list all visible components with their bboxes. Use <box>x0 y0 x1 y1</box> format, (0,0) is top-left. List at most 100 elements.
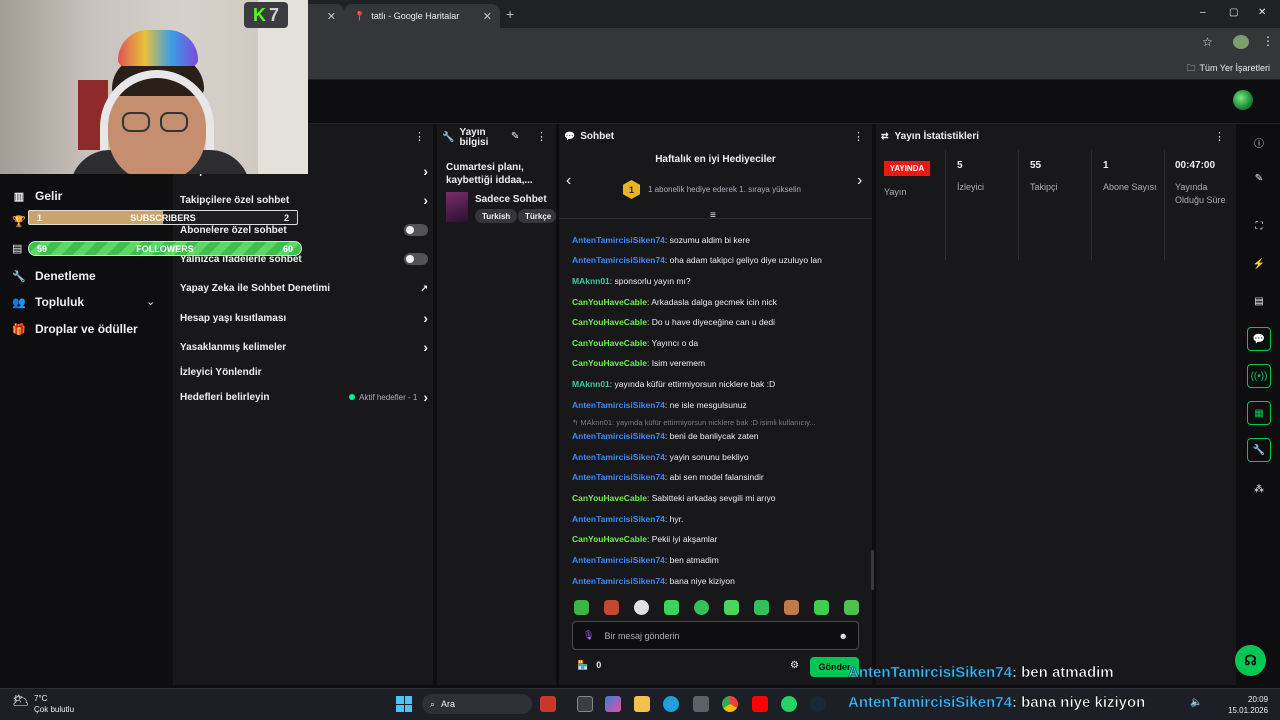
panel-menu-icon[interactable]: ⋮ <box>853 130 864 143</box>
steam-icon[interactable] <box>810 696 826 712</box>
chat-username[interactable]: AntenTamircisiSiken74 <box>572 452 665 462</box>
chat-message[interactable]: AntenTamircisiSiken74: beni de banliycak… <box>572 431 759 441</box>
chrome-icon[interactable] <box>722 696 738 712</box>
task-view-icon[interactable] <box>577 696 593 712</box>
chat-username[interactable]: AntenTamircisiSiken74 <box>572 255 665 265</box>
whatsapp-icon[interactable] <box>781 696 797 712</box>
tab-google-maps[interactable]: 📍 tatlı - Google Haritalar ✕ <box>344 4 500 28</box>
setting-izleyici-yonlendir[interactable]: İzleyici Yönlendir <box>180 361 428 383</box>
chat-message[interactable]: AntenTamircisiSiken74: hyr. <box>572 514 683 524</box>
crop-icon[interactable]: ⛶ <box>1247 214 1271 238</box>
filter-icon[interactable]: ≡ <box>710 210 716 221</box>
pencil-icon[interactable]: ✎ <box>511 131 519 142</box>
setting-hesap-yasi[interactable]: Hesap yaşı kısıtlaması › <box>180 307 428 329</box>
window-close-button[interactable]: ✕ <box>1258 7 1266 18</box>
chat-username[interactable]: CanYouHaveCable <box>572 534 647 544</box>
taskbar-search[interactable]: ⌕ Ara <box>422 694 532 714</box>
chat-scrollbar[interactable] <box>871 550 874 590</box>
setting-takipci-ozel[interactable]: Takipçilere özel sohbet › <box>180 189 428 211</box>
chevron-down-icon[interactable]: ⌄ <box>146 295 155 308</box>
chat-username[interactable]: MAknn01 <box>572 276 610 286</box>
chat-message[interactable]: AntenTamircisiSiken74: abi sen model fal… <box>572 472 764 482</box>
layout-icon[interactable]: ▦ <box>1247 401 1271 425</box>
chat-username[interactable]: CanYouHaveCable <box>572 493 647 503</box>
chat-username[interactable]: AntenTamircisiSiken74 <box>572 431 665 441</box>
chat-message[interactable]: AntenTamircisiSiken74: oha adam takipci … <box>572 255 822 265</box>
chat-message[interactable]: CanYouHaveCable: Yayıncı o da <box>572 338 698 348</box>
taskbar-clock[interactable]: 20:09 15.01.2026 <box>1228 694 1268 716</box>
toggle-switch[interactable] <box>404 253 428 265</box>
channel-points[interactable]: 🏪 0 <box>577 660 601 671</box>
info-icon[interactable]: ⓘ <box>1247 130 1271 154</box>
nav-gelir[interactable]: ▥ Gelir <box>12 186 63 206</box>
chat-message[interactable]: AntenTamircisiSiken74: ben atmadim <box>572 555 719 565</box>
emote-icon[interactable] <box>574 600 589 615</box>
chat-message[interactable]: CanYouHaveCable: Arkadasla dalga gecmek … <box>572 297 777 307</box>
emote-icon[interactable] <box>814 600 829 615</box>
emote-icon[interactable] <box>604 600 619 615</box>
nav-droplar[interactable]: 🎁 Droplar ve ödüller <box>12 319 138 339</box>
close-icon[interactable]: ✕ <box>327 10 336 23</box>
nav-topluluk[interactable]: 👥 Topluluk <box>12 292 84 312</box>
chat-username[interactable]: CanYouHaveCable <box>572 297 647 307</box>
edge-icon[interactable] <box>663 696 679 712</box>
emoji-icon[interactable]: ☻ <box>839 631 848 641</box>
chevron-left-icon[interactable]: ‹ <box>566 172 571 190</box>
wrench-icon[interactable]: 🔧 <box>1247 438 1271 462</box>
emote-icon[interactable] <box>784 600 799 615</box>
store-icon[interactable] <box>693 696 709 712</box>
mic-icon[interactable]: 🎙 <box>583 630 594 641</box>
chat-icon[interactable]: 💬 <box>1247 327 1271 351</box>
setting-yasak-kelime[interactable]: Yasaklanmış kelimeler › <box>180 336 428 358</box>
youtube-icon[interactable] <box>752 696 768 712</box>
profile-avatar[interactable] <box>1233 35 1249 49</box>
chat-username[interactable]: AntenTamircisiSiken74 <box>572 472 665 482</box>
news-icon[interactable] <box>540 696 556 712</box>
document-icon[interactable]: ▤ <box>1247 289 1271 313</box>
chat-username[interactable]: CanYouHaveCable <box>572 358 647 368</box>
chat-username[interactable]: MAknn01 <box>572 379 610 389</box>
emote-icon[interactable] <box>754 600 769 615</box>
chat-username[interactable]: AntenTamircisiSiken74 <box>572 235 665 245</box>
chat-message[interactable]: CanYouHaveCable: Isim veremem <box>572 358 705 368</box>
broadcast-icon[interactable]: ((•)) <box>1247 364 1271 388</box>
headset-icon[interactable]: ☊ <box>1235 645 1266 676</box>
tag-pill[interactable]: Türkçe <box>518 209 556 223</box>
chat-username[interactable]: CanYouHaveCable <box>572 317 647 327</box>
chat-username[interactable]: CanYouHaveCable <box>572 338 647 348</box>
category-thumbnail[interactable] <box>446 192 468 222</box>
chat-message[interactable]: MAknn01: yayında küfür ettirmiyorsun nic… <box>572 379 775 389</box>
speaker-icon[interactable]: 🔈 <box>1190 697 1202 708</box>
folder-icon[interactable] <box>634 696 650 712</box>
panel-menu-icon[interactable]: ⋮ <box>1214 130 1225 143</box>
chat-message[interactable]: CanYouHaveCable: Sabitteki arkadaş sevgi… <box>572 493 775 503</box>
lightning-icon[interactable]: ⚡ <box>1247 252 1271 276</box>
pencil-icon[interactable]: ✎ <box>1247 166 1271 190</box>
weather-widget[interactable]: 7°C Çok bulutlu <box>34 693 74 715</box>
panel-menu-icon[interactable]: ⋮ <box>536 130 547 143</box>
chat-message[interactable]: AntenTamircisiSiken74: yayin sonunu bekl… <box>572 452 749 462</box>
chat-username[interactable]: AntenTamircisiSiken74 <box>572 576 665 586</box>
emote-icon[interactable] <box>724 600 739 615</box>
star-icon[interactable]: ☆ <box>1202 35 1213 49</box>
windows-start-icon[interactable] <box>396 696 412 712</box>
toggle-switch[interactable] <box>404 224 428 236</box>
menu-dots-icon[interactable]: ⋮ <box>1262 34 1274 48</box>
user-avatar[interactable] <box>1233 90 1253 110</box>
emote-icon[interactable] <box>694 600 709 615</box>
chat-username[interactable]: AntenTamircisiSiken74 <box>572 555 665 565</box>
setting-hedefler[interactable]: Hedefleri belirleyin Aktif hedefler - 1 … <box>180 386 428 408</box>
chat-username[interactable]: AntenTamircisiSiken74 <box>572 514 665 524</box>
nav-denetleme[interactable]: 🔧 Denetleme <box>12 266 96 286</box>
tag-pill[interactable]: Turkish <box>475 209 518 223</box>
gear-icon[interactable]: ⚙ <box>790 660 799 671</box>
chat-message[interactable]: CanYouHaveCable: Do u have diyeceğine ca… <box>572 317 775 327</box>
bookmarks-all[interactable]: 🗀 Tüm Yer İşaretleri <box>1186 61 1270 77</box>
chevron-right-icon[interactable]: › <box>857 172 862 190</box>
chat-message[interactable]: AntenTamircisiSiken74: sozumu aldim bi k… <box>572 235 750 245</box>
category-name[interactable]: Sadece Sohbet <box>475 194 547 205</box>
chat-message[interactable]: CanYouHaveCable: Pekii iyi akşamlar <box>572 534 717 544</box>
chat-message[interactable]: MAknn01: sponsorlu yayın mı? <box>572 276 691 286</box>
chat-message[interactable]: AntenTamircisiSiken74: ne isle mesgulsun… <box>572 400 747 410</box>
minimize-button[interactable]: – <box>1200 7 1206 18</box>
